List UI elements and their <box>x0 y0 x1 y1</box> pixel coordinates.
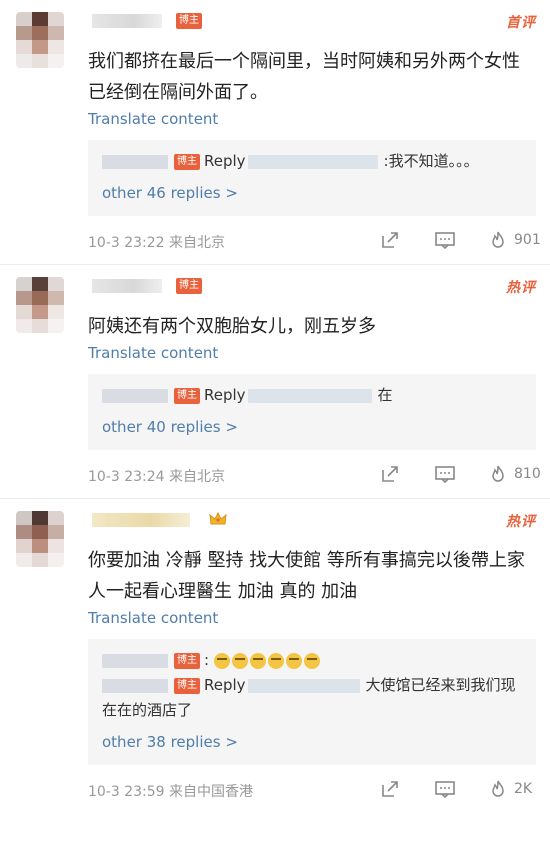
timestamp: 10-3 23:59 来自中国香港 <box>88 784 254 800</box>
share-button[interactable] <box>380 230 400 250</box>
comment-header: 博主 首评 <box>14 10 536 68</box>
share-button[interactable] <box>380 464 400 484</box>
like-count: 901 <box>514 232 541 248</box>
host-badge: 博主 <box>176 13 202 29</box>
other-replies-link[interactable]: other 46 replies > <box>102 180 524 206</box>
avatar[interactable] <box>16 12 64 68</box>
comment-meta: 10-3 23:24 来自北京 810 <box>88 450 541 498</box>
reply-username <box>102 388 168 403</box>
username[interactable] <box>92 513 190 527</box>
other-replies-link[interactable]: other 40 replies > <box>102 414 524 440</box>
reply-line[interactable]: 博主 Reply 大使馆已经来到我们现在在的酒店了 <box>102 673 524 723</box>
share-icon <box>382 232 398 248</box>
hot-comment-tag: 热评 <box>506 514 536 530</box>
crown-icon <box>209 511 227 525</box>
share-button[interactable] <box>380 779 400 799</box>
host-badge: 博主 <box>174 387 200 404</box>
comment-header: 博主 热评 <box>14 275 536 333</box>
like-button[interactable]: 810 <box>488 464 541 484</box>
comment-text: 我们都挤在最后一个隔间里，当时阿姨和另外两个女性已经倒在隔间外面了。 <box>88 51 520 103</box>
timestamp: 10-3 23:24 来自北京 <box>88 469 226 485</box>
username[interactable] <box>92 14 162 28</box>
avatar[interactable] <box>16 511 64 567</box>
reply-prefix: Reply <box>204 676 246 694</box>
comment-text: 阿姨还有两个双胞胎女儿，刚五岁多 <box>88 316 376 337</box>
host-badge: 博主 <box>174 677 200 694</box>
host-badge: 博主 <box>174 153 200 170</box>
reply-text: : <box>204 651 210 669</box>
comment-button[interactable] <box>434 464 456 484</box>
like-icon <box>492 231 504 248</box>
comment-meta: 10-3 23:22 来自北京 901 <box>88 216 541 264</box>
like-icon <box>492 465 504 482</box>
avatar[interactable] <box>16 277 64 333</box>
reply-target-username <box>247 678 360 693</box>
share-icon <box>382 781 398 797</box>
replies-box: 博主: 博主 Reply 大使馆已经来到我们现在在的酒店了 other 38 rep… <box>88 639 536 765</box>
comment-item: 热评 你要加油 冷靜 堅持 找大使館 等所有事搞完以後帶上家人一起看心理醫生 加… <box>0 498 550 813</box>
other-replies-link[interactable]: other 38 replies > <box>102 729 524 755</box>
comment-button[interactable] <box>434 230 456 250</box>
reply-target-username <box>247 388 372 403</box>
reply-line[interactable]: 博主: <box>102 647 524 673</box>
crying-emoji-icon <box>267 653 284 669</box>
comment-meta: 10-3 23:59 来自中国香港 2K <box>88 765 536 813</box>
replies-box: 博主 Reply 在 other 40 replies > <box>88 374 536 450</box>
crying-emoji-icon <box>249 653 266 669</box>
like-count: 810 <box>514 466 541 482</box>
timestamp: 10-3 23:22 来自北京 <box>88 235 226 251</box>
translate-link[interactable]: Translate content <box>88 110 536 128</box>
comment-icon <box>435 781 455 799</box>
host-badge: 博主 <box>176 278 202 294</box>
translate-link[interactable]: Translate content <box>88 344 536 362</box>
reply-text: :我不知道。。。 <box>383 152 479 170</box>
reply-line[interactable]: 博主 Reply 在 <box>102 382 524 408</box>
like-button[interactable]: 2K <box>488 779 532 799</box>
like-button[interactable]: 901 <box>488 230 541 250</box>
reply-prefix: Reply <box>204 152 246 170</box>
crying-emoji-icon <box>303 653 320 669</box>
crying-emoji-icon <box>285 653 302 669</box>
comment-button[interactable] <box>434 779 456 799</box>
crying-emoji-row <box>213 648 322 674</box>
crying-emoji-icon <box>231 653 248 669</box>
translate-link[interactable]: Translate content <box>88 609 536 627</box>
reply-prefix: Reply <box>204 386 246 404</box>
reply-username <box>102 678 168 693</box>
crying-emoji-icon <box>213 653 230 669</box>
like-count: 2K <box>514 781 533 797</box>
comment-item: 博主 热评 阿姨还有两个双胞胎女儿，刚五岁多 Translate content… <box>0 264 550 498</box>
reply-username <box>102 653 168 668</box>
comment-icon <box>435 466 455 484</box>
host-badge: 博主 <box>174 652 200 669</box>
like-icon <box>492 780 504 797</box>
reply-line[interactable]: 博主 Reply :我不知道。。。 <box>102 148 524 174</box>
comment-icon <box>435 232 455 250</box>
top-comment-tag: 首评 <box>506 15 536 31</box>
reply-text: 在 <box>377 386 393 404</box>
comment-text: 你要加油 冷靜 堅持 找大使館 等所有事搞完以後帶上家人一起看心理醫生 加油 真… <box>88 550 525 602</box>
replies-box: 博主 Reply :我不知道。。。 other 46 replies > <box>88 140 536 216</box>
reply-username <box>102 154 168 169</box>
comment-item: 博主 首评 我们都挤在最后一个隔间里，当时阿姨和另外两个女性已经倒在隔间外面了。… <box>0 0 550 264</box>
reply-target-username <box>247 154 378 169</box>
username[interactable] <box>92 279 162 293</box>
hot-comment-tag: 热评 <box>506 280 536 296</box>
comment-header: 热评 <box>14 509 536 567</box>
share-icon <box>382 466 398 482</box>
